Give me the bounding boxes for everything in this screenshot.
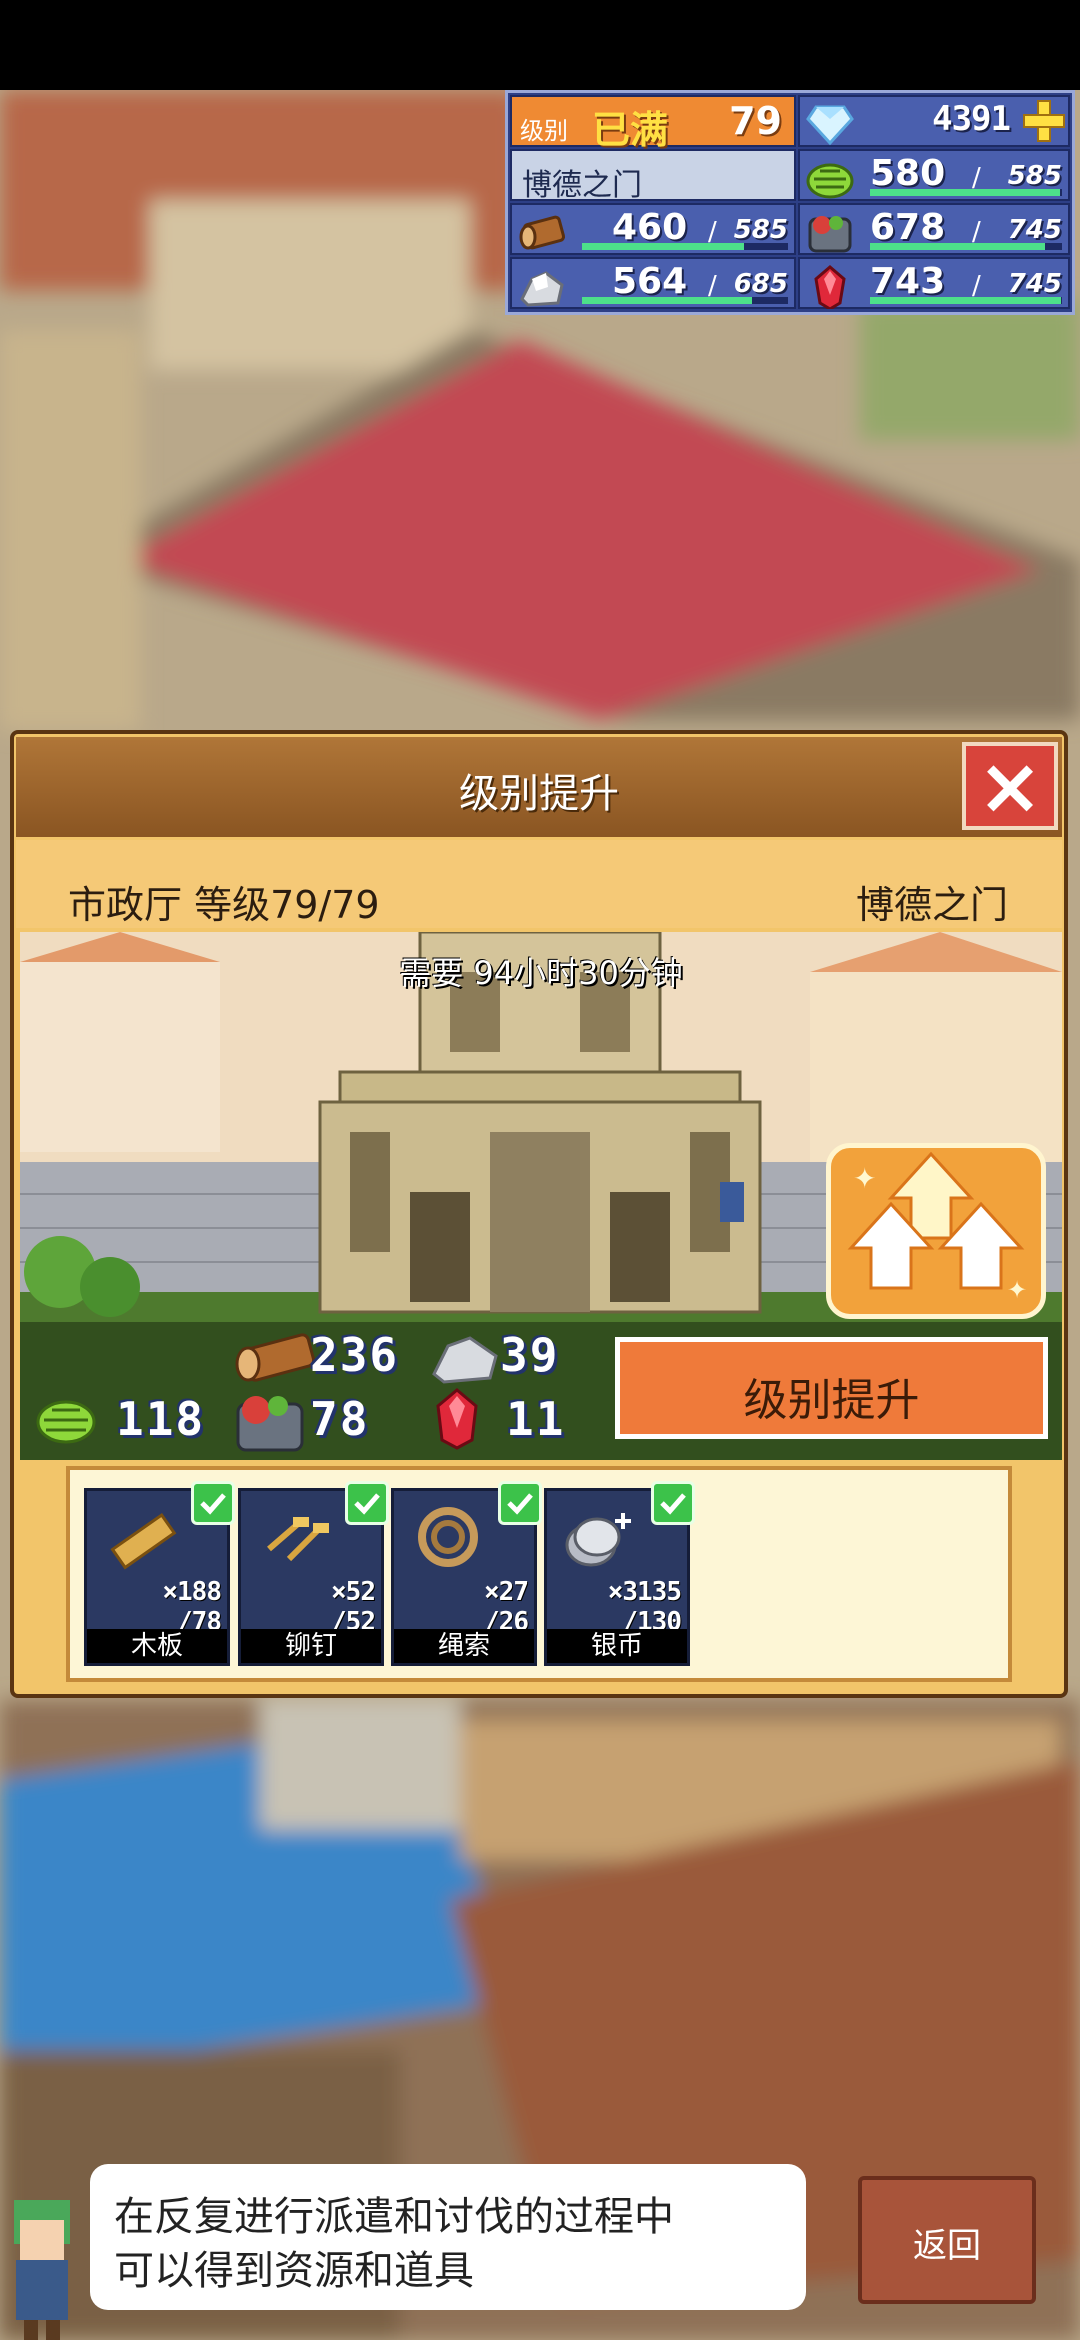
- material-item[interactable]: ×27 /26 绳索: [391, 1481, 542, 1666]
- crystal-bar: [870, 297, 1062, 304]
- red-crystal-icon: [436, 1388, 478, 1450]
- material-name: 绳索: [394, 1629, 534, 1663]
- food-current: 580: [870, 153, 946, 194]
- material-name: 银币: [547, 1629, 687, 1663]
- building-info-row: 市政厅 等级79/79 博德之门: [16, 840, 1062, 928]
- meat-cell: 678 / 745: [798, 203, 1070, 255]
- level-cell: 级别 已满 79: [510, 95, 796, 152]
- dialog-title: 级别提升: [459, 771, 619, 817]
- crystal-current: 743: [870, 261, 946, 302]
- back-button[interactable]: 返回: [858, 2176, 1036, 2304]
- wood-bar: [582, 243, 788, 250]
- ore-cell: 564 / 685: [510, 257, 796, 309]
- material-have: ×52: [331, 1577, 376, 1607]
- resource-panel: 级别 已满 79 4391 博德之门 580 / 585 460 / 585 6…: [505, 90, 1075, 315]
- time-required: 需要 94小时30分钟: [399, 954, 683, 992]
- rope-icon: [418, 1507, 478, 1567]
- meat-current: 678: [870, 207, 946, 248]
- ore-icon: [520, 271, 564, 307]
- red-crystal-icon: [814, 265, 846, 309]
- svg-text:✦: ✦: [1007, 1276, 1027, 1304]
- upgrade-arrows-bubble: ✦ ✦: [826, 1143, 1046, 1319]
- hint-line-2: 可以得到资源和道具: [114, 2248, 474, 2294]
- rivet-icon: [267, 1517, 329, 1562]
- material-item[interactable]: ×3135 /130 银币: [544, 1481, 695, 1666]
- meat-bar: [870, 243, 1062, 250]
- silver-coin-icon: [565, 1513, 631, 1567]
- food-max: 585: [1007, 161, 1062, 191]
- level-label: 级别: [520, 117, 568, 145]
- wood-cell: 460 / 585: [510, 203, 796, 255]
- check-icon: [651, 1481, 695, 1525]
- grass-icon: [36, 1400, 96, 1444]
- crystal-max: 745: [1007, 269, 1062, 299]
- food-bar: [870, 189, 1062, 196]
- cost-meat: 78: [310, 1392, 370, 1446]
- diamond-icon: [806, 105, 854, 146]
- town-name: 博德之门: [522, 168, 642, 203]
- material-name: 木板: [87, 1629, 227, 1663]
- hint-line-1: 在反复进行派遣和讨伐的过程中: [114, 2194, 674, 2240]
- close-icon: ×: [977, 742, 1043, 832]
- cost-food: 118: [116, 1392, 206, 1446]
- gems-cell[interactable]: 4391: [798, 95, 1070, 147]
- gems-value: 4391: [932, 99, 1011, 139]
- cost-crystal: 11: [506, 1392, 566, 1446]
- check-icon: [191, 1481, 235, 1525]
- advisor-avatar: [14, 2200, 70, 2340]
- level-up-button-label: 级别提升: [743, 1375, 920, 1426]
- status-bar: [0, 0, 1080, 90]
- material-name: 铆钉: [241, 1629, 381, 1663]
- level-value: 79: [729, 99, 782, 143]
- log-icon: [519, 215, 566, 250]
- wood-max: 585: [733, 215, 788, 245]
- material-have: ×27: [484, 1577, 529, 1607]
- level-up-button[interactable]: 级别提升: [615, 1337, 1048, 1439]
- crystal-cell: 743 / 745: [798, 257, 1070, 309]
- wood-current: 460: [612, 207, 688, 248]
- dialog-titlebar: 级别提升: [16, 737, 1062, 837]
- back-button-label: 返回: [913, 2226, 981, 2266]
- check-icon: [498, 1481, 542, 1525]
- ore-icon: [432, 1336, 498, 1384]
- plus-icon[interactable]: [1022, 99, 1066, 143]
- close-button[interactable]: ×: [962, 742, 1058, 832]
- material-have: ×188: [162, 1577, 222, 1607]
- cost-ore: 39: [500, 1328, 560, 1382]
- ore-bar: [582, 297, 788, 304]
- material-have: ×3135: [607, 1577, 682, 1607]
- material-item[interactable]: ×52 /52 铆钉: [238, 1481, 389, 1666]
- building-level: 市政厅 等级79/79: [68, 883, 380, 927]
- town-name-cell: 博德之门: [510, 149, 796, 203]
- meat-icon: [808, 216, 852, 253]
- material-item[interactable]: ×188 /78 木板: [84, 1481, 235, 1666]
- meat-icon: [236, 1396, 304, 1452]
- hint-bubble: 在反复进行派遣和讨伐的过程中 可以得到资源和道具: [90, 2164, 806, 2310]
- ore-max: 685: [733, 269, 788, 299]
- svg-text:✦: ✦: [853, 1162, 876, 1195]
- ore-current: 564: [612, 261, 688, 302]
- cost-wood: 236: [310, 1328, 400, 1382]
- grass-icon: [806, 163, 854, 199]
- food-cell: 580 / 585: [798, 149, 1070, 201]
- up-arrow-icon: ✦ ✦: [847, 1151, 1027, 1304]
- plank-icon: [110, 1512, 177, 1570]
- meat-max: 745: [1007, 215, 1062, 245]
- level-status: 已满: [592, 108, 669, 152]
- log-icon: [235, 1333, 316, 1382]
- check-icon: [345, 1481, 389, 1525]
- dialog-town-name: 博德之门: [855, 883, 1008, 927]
